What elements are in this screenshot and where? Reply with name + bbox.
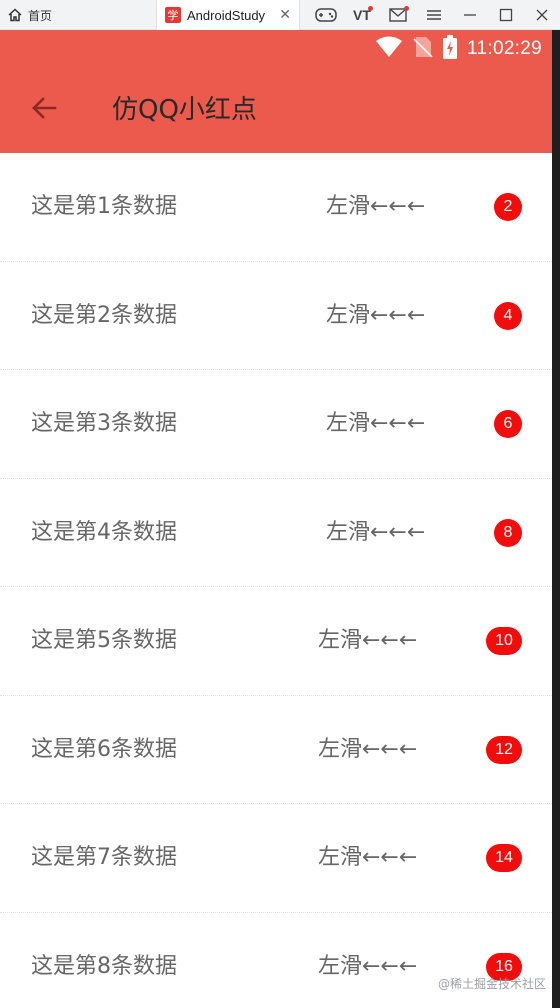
list-item[interactable]: 这是第3条数据 左滑←←← 6 <box>0 370 552 479</box>
list-item[interactable]: 这是第5条数据 左滑←←← 10 <box>0 587 552 696</box>
close-window-icon[interactable] <box>524 0 560 30</box>
list-item[interactable]: 这是第6条数据 左滑←←← 12 <box>0 696 552 804</box>
menu-icon[interactable] <box>416 0 452 30</box>
back-button[interactable] <box>22 90 66 130</box>
swipe-hint: 左滑←←← <box>318 953 418 979</box>
list-item-label: 这是第5条数据 <box>31 628 177 653</box>
status-time: 11:02:29 <box>467 38 542 59</box>
home-tab-label: 首页 <box>28 8 53 23</box>
swipe-hint: 左滑←←← <box>318 736 418 762</box>
tab-androidstudy[interactable]: 学 AndroidStudy ✕ <box>156 0 300 30</box>
list-item-label: 这是第7条数据 <box>31 845 177 870</box>
message-list: 这是第1条数据 左滑←←← 2 这是第2条数据 左滑←←← 4 这是第3条数据 左滑←←← 6 这… <box>0 153 552 1008</box>
list-item[interactable]: 这是第7条数据 左滑←←← 14 <box>0 804 552 913</box>
swipe-hint: 左滑←←← <box>326 302 426 328</box>
swipe-hint: 左滑←←← <box>318 628 418 653</box>
toolbar: 仿QQ小红点 <box>0 68 552 153</box>
app-header: 11:02:29 仿QQ小红点 <box>0 30 552 153</box>
maximize-icon[interactable] <box>488 0 524 30</box>
list-item[interactable]: 这是第2条数据 左滑←←← 4 <box>0 262 552 370</box>
unread-badge[interactable]: 2 <box>494 193 522 221</box>
notification-dot <box>368 6 373 11</box>
unread-badge[interactable]: 10 <box>486 627 522 655</box>
unread-badge[interactable]: 14 <box>486 844 522 872</box>
list-item-label: 这是第8条数据 <box>31 953 177 979</box>
status-bar: 11:02:29 <box>0 30 552 68</box>
home-icon <box>8 8 22 22</box>
list-item-label: 这是第4条数据 <box>31 519 177 545</box>
scrollbar[interactable] <box>552 30 560 1008</box>
list-item[interactable]: 这是第8条数据 左滑←←← 16 <box>0 913 552 1008</box>
list-item-label: 这是第1条数据 <box>31 194 177 219</box>
app-favicon-icon: 学 <box>165 7 181 23</box>
list-item-label: 这是第3条数据 <box>31 411 177 436</box>
list-item[interactable]: 这是第1条数据 左滑←←← 2 <box>0 153 552 262</box>
unread-badge[interactable]: 6 <box>494 410 522 438</box>
arrow-back-icon <box>31 96 57 124</box>
gamepad-icon[interactable] <box>308 0 344 30</box>
unread-badge[interactable]: 12 <box>486 735 522 764</box>
close-tab-icon[interactable]: ✕ <box>279 7 291 23</box>
watermark: @稀土掘金技术社区 <box>437 977 546 991</box>
list-item[interactable]: 这是第4条数据 左滑←←← 8 <box>0 479 552 587</box>
swipe-hint: 左滑←←← <box>326 519 426 545</box>
browser-tab-strip: 首页 学 AndroidStudy ✕ VT <box>0 0 560 30</box>
home-tab[interactable]: 首页 <box>8 0 52 30</box>
list-item-label: 这是第6条数据 <box>31 736 177 762</box>
list-item-label: 这是第2条数据 <box>31 302 177 328</box>
vt-button[interactable]: VT <box>344 0 380 30</box>
battery-charging-icon <box>443 35 458 63</box>
swipe-hint: 左滑←←← <box>326 194 426 219</box>
tab-title: AndroidStudy <box>187 7 266 23</box>
page-title: 仿QQ小红点 <box>112 95 257 125</box>
no-sim-icon <box>413 36 433 62</box>
mail-icon[interactable] <box>380 0 416 30</box>
status-icons: 11:02:29 <box>375 35 542 63</box>
unread-badge[interactable]: 8 <box>494 518 522 547</box>
swipe-hint: 左滑←←← <box>326 411 426 436</box>
window-controls: VT <box>308 0 560 30</box>
unread-badge[interactable]: 4 <box>494 301 522 330</box>
minimize-icon[interactable] <box>452 0 488 30</box>
mail-notification-dot <box>404 6 409 11</box>
wifi-icon <box>375 36 403 62</box>
swipe-hint: 左滑←←← <box>318 845 418 870</box>
